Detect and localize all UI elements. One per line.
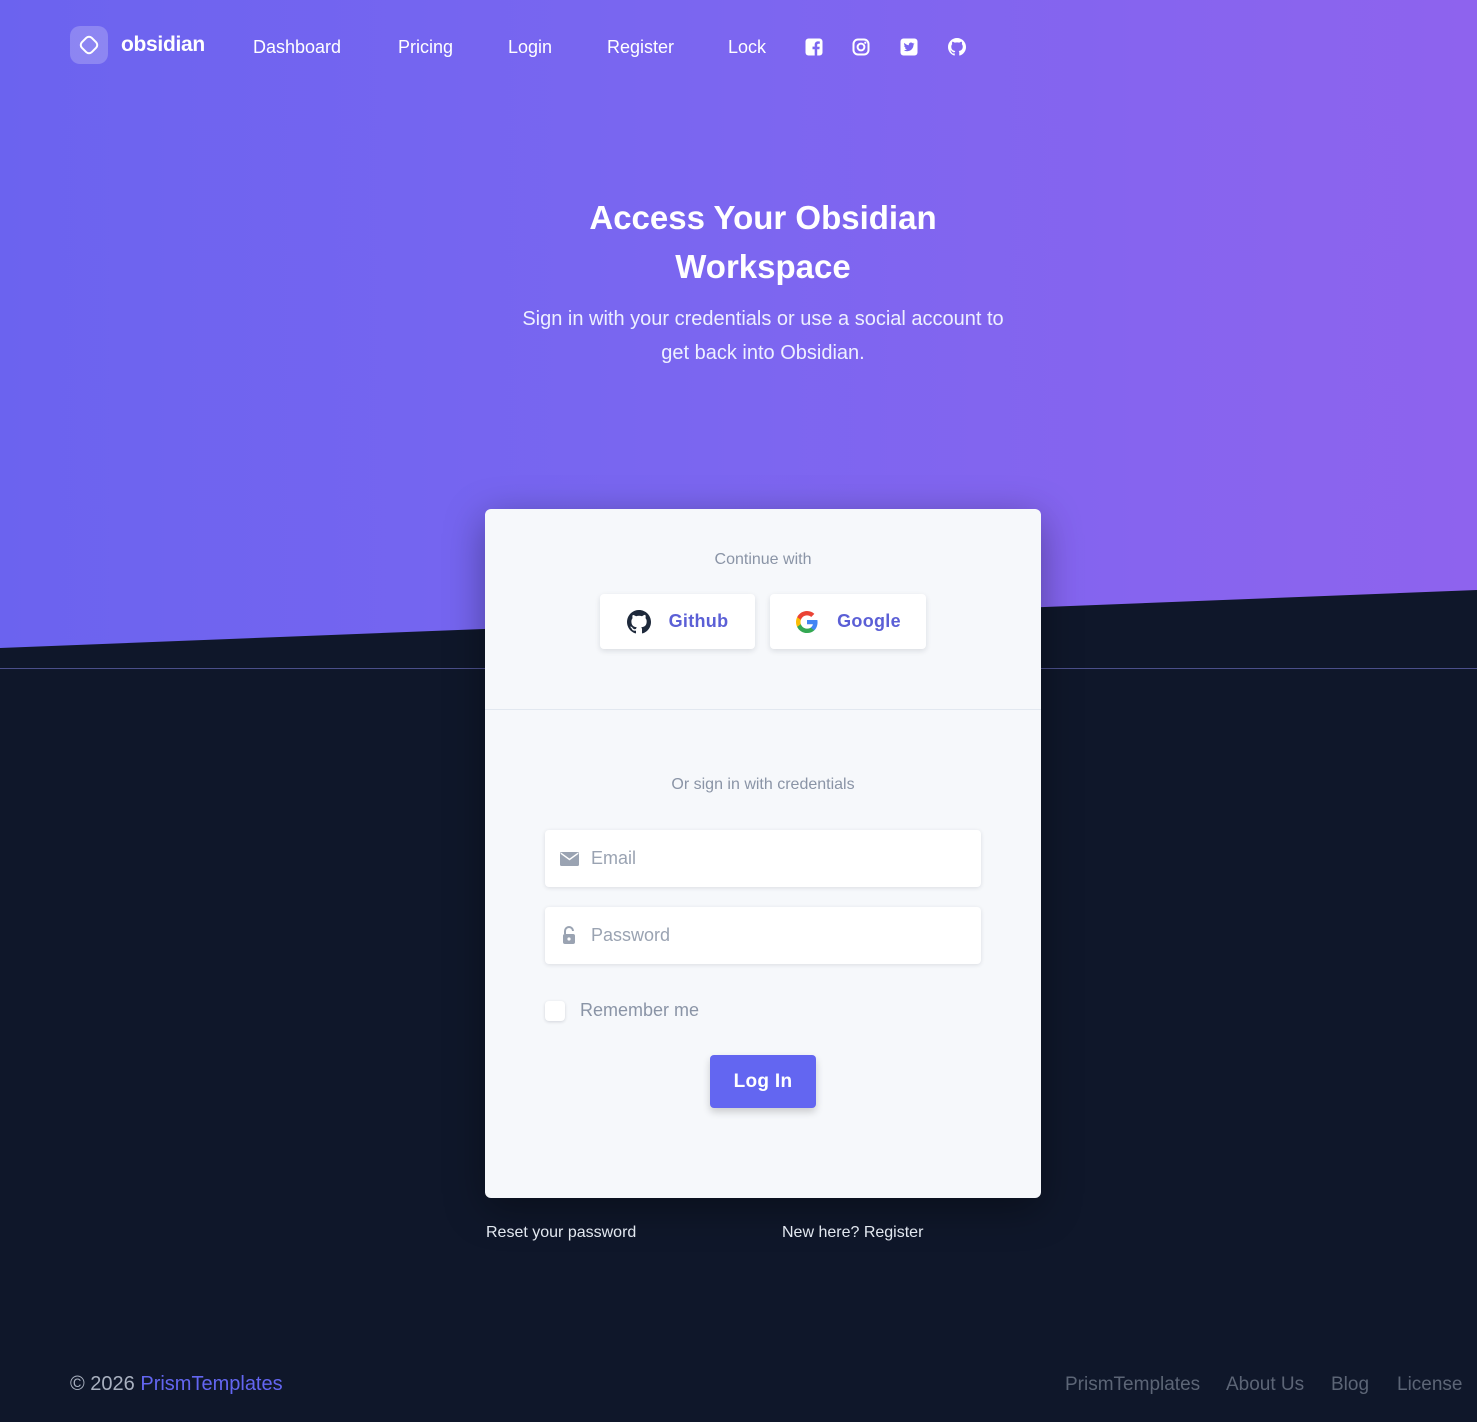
page-title: Access Your Obsidian Workspace <box>589 199 937 285</box>
footer-copyright: © 2026 PrismTemplates <box>70 1373 283 1396</box>
continue-with-label: Continue with <box>714 551 812 568</box>
lock-open-icon <box>559 926 579 946</box>
instagram-icon[interactable] <box>852 38 870 56</box>
nav-lock[interactable]: Lock <box>728 37 766 58</box>
google-icon <box>795 610 819 634</box>
facebook-icon[interactable] <box>805 38 823 56</box>
credentials-label: Or sign in with credentials <box>671 776 855 793</box>
logo-icon <box>70 26 108 64</box>
footer-link-blog[interactable]: Blog <box>1331 1374 1369 1396</box>
reset-password-link[interactable]: Reset your password <box>486 1224 636 1242</box>
github-icon <box>626 609 651 634</box>
brand-name: obsidian <box>121 33 205 56</box>
footer-link-about-us[interactable]: About Us <box>1226 1374 1304 1396</box>
password-field[interactable] <box>545 907 981 964</box>
google-login-button[interactable]: Google <box>770 594 926 649</box>
remember-me[interactable]: Remember me <box>545 1000 699 1021</box>
login-card: Continue with Github Google Or sign in w… <box>485 509 1041 1198</box>
password-input[interactable] <box>591 925 971 946</box>
nav-pricing[interactable]: Pricing <box>398 37 453 58</box>
footer-link-prismtemplates[interactable]: PrismTemplates <box>1065 1374 1200 1396</box>
footer-brand-link[interactable]: PrismTemplates <box>140 1373 282 1395</box>
github-icon[interactable] <box>948 38 966 56</box>
remember-checkbox[interactable] <box>545 1000 565 1021</box>
google-button-label: Google <box>837 611 901 631</box>
nav-dashboard[interactable]: Dashboard <box>253 37 341 58</box>
page-subtitle: Sign in with your credentials or use a s… <box>522 308 1004 364</box>
email-input[interactable] <box>591 848 971 869</box>
social-login-section: Continue with Github Google <box>485 509 1041 710</box>
card-divider <box>485 709 1041 710</box>
envelope-icon <box>559 849 579 869</box>
footer-link-license[interactable]: License <box>1397 1374 1463 1396</box>
navbar: obsidian Dashboard Pricing Login Registe… <box>70 26 990 66</box>
nav-register[interactable]: Register <box>607 37 674 58</box>
twitter-icon[interactable] <box>900 38 918 56</box>
nav-login[interactable]: Login <box>508 37 552 58</box>
brand-link[interactable]: obsidian <box>70 26 205 64</box>
github-login-button[interactable]: Github <box>600 594 755 649</box>
copyright-text: © 2026 <box>70 1373 135 1395</box>
login-button[interactable]: Log In <box>710 1055 816 1108</box>
register-link[interactable]: New here? Register <box>782 1224 923 1242</box>
remember-label: Remember me <box>580 1000 700 1020</box>
email-field[interactable] <box>545 830 981 887</box>
github-button-label: Github <box>668 611 729 631</box>
